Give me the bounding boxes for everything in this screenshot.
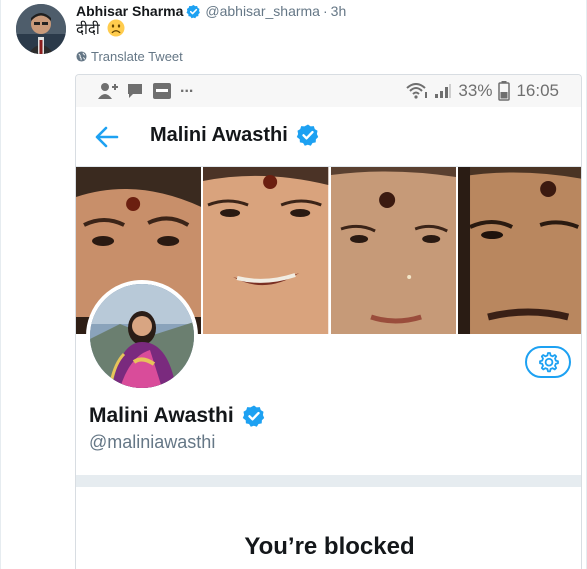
- profile-name: Malini Awasthi: [89, 404, 270, 428]
- header-separator: ·: [322, 3, 328, 19]
- profile-settings-button[interactable]: [525, 346, 571, 378]
- tweet-header: Abhisar Sharma @abhisar_sharma · 3h: [76, 2, 346, 20]
- app-bar-title-text: Malini Awasthi: [150, 123, 288, 146]
- author-display-name[interactable]: Abhisar Sharma: [76, 3, 183, 19]
- verified-badge-icon: [296, 124, 319, 146]
- photos-app-icon: [153, 83, 171, 99]
- app-bar-title: Malini Awasthi: [150, 123, 324, 147]
- tweet-text: दीदी: [76, 19, 125, 40]
- translate-tweet-link[interactable]: Translate Tweet: [76, 49, 183, 64]
- verified-badge-icon: [186, 4, 201, 18]
- battery-percentage: 33%: [458, 81, 493, 100]
- tweet-timestamp[interactable]: 3h: [331, 3, 347, 19]
- back-arrow-icon[interactable]: [94, 124, 120, 150]
- slightly-frowning-face-icon: [107, 19, 125, 37]
- more-notifications-dots: ...: [180, 79, 194, 96]
- banner-face-panel: [330, 167, 456, 334]
- phone-status-bar: ... 33% 16:05: [76, 75, 581, 107]
- blocked-notice: You’re blocked: [76, 487, 581, 569]
- author-handle[interactable]: @abhisar_sharma: [205, 3, 320, 19]
- attached-screenshot[interactable]: ... 33% 16:05 Malini Awasthi Malini Awas…: [75, 74, 582, 569]
- profile-handle: @maliniawasthi: [89, 432, 216, 452]
- gear-icon: [539, 352, 559, 373]
- profile-app-bar: Malini Awasthi: [76, 107, 581, 167]
- signal-icon: [435, 84, 452, 98]
- add-contact-icon: [98, 83, 118, 99]
- tweet-text-content: दीदी: [76, 21, 100, 38]
- translate-tweet-label: Translate Tweet: [91, 49, 183, 64]
- blocked-title: You’re blocked: [244, 533, 415, 560]
- verified-badge-icon: [242, 405, 264, 427]
- battery-icon: [498, 81, 511, 101]
- status-time: 16:05: [516, 81, 559, 100]
- wifi-icon: [406, 83, 428, 99]
- banner-face-panel: [457, 167, 581, 334]
- profile-avatar[interactable]: [86, 280, 198, 392]
- globe-icon: [76, 51, 87, 62]
- banner-face-panel: [203, 167, 329, 334]
- message-icon: [128, 84, 142, 98]
- profile-name-text: Malini Awasthi: [89, 404, 234, 427]
- tweet[interactable]: Abhisar Sharma @abhisar_sharma · 3h दीदी…: [0, 0, 587, 569]
- author-avatar[interactable]: [16, 4, 66, 54]
